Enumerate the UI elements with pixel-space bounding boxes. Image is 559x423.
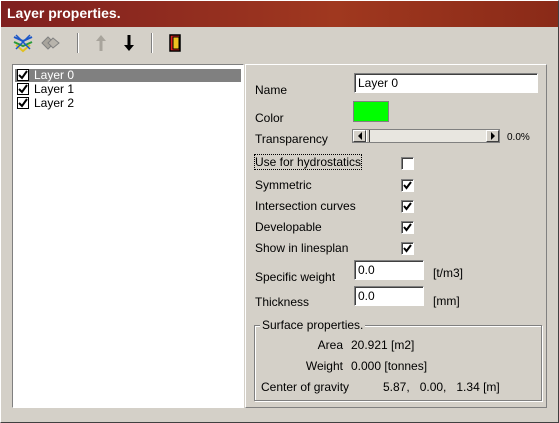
layer-list-item[interactable]: Layer 2 bbox=[17, 96, 76, 110]
area-label: Area bbox=[317, 338, 343, 352]
layer-add-icon bbox=[13, 34, 33, 53]
layer-label: Layer 2 bbox=[34, 95, 75, 110]
center-of-gravity-value: 5.87, 0.00, 1.34 [m] bbox=[383, 380, 500, 394]
arrow-right-icon bbox=[490, 132, 495, 140]
surface-properties-group: Surface properties. Area 20.921 [m2] Wei… bbox=[254, 318, 542, 401]
thickness-input[interactable]: 0.0 bbox=[354, 286, 424, 306]
move-up-icon bbox=[96, 35, 106, 51]
transparency-value: 0.0% bbox=[507, 132, 530, 143]
thickness-unit: [mm] bbox=[433, 294, 460, 308]
move-down-button[interactable] bbox=[117, 31, 141, 55]
linesplan-checkbox[interactable] bbox=[401, 242, 414, 255]
layer-visible-checkbox[interactable] bbox=[17, 97, 29, 109]
check-icon bbox=[403, 244, 412, 253]
exit-button[interactable] bbox=[163, 31, 187, 55]
transparency-label: Transparency bbox=[255, 132, 328, 146]
name-label: Name bbox=[255, 83, 288, 97]
specific-weight-unit: [t/m3] bbox=[433, 266, 464, 280]
specific-weight-label: Specific weight bbox=[255, 270, 336, 284]
slider-thumb[interactable] bbox=[366, 130, 370, 142]
symmetric-label: Symmetric bbox=[255, 178, 312, 192]
check-icon bbox=[403, 181, 412, 190]
layer-label: Layer 1 bbox=[34, 81, 75, 96]
developable-checkbox[interactable] bbox=[401, 221, 414, 234]
color-label: Color bbox=[255, 111, 284, 125]
exit-icon bbox=[169, 34, 181, 52]
transparency-slider[interactable] bbox=[352, 129, 500, 143]
arrow-left-icon bbox=[357, 132, 362, 140]
linesplan-label: Show in linesplan bbox=[255, 241, 349, 255]
symmetric-checkbox[interactable] bbox=[401, 179, 414, 192]
weight-value: 0.000 [tonnes] bbox=[351, 359, 428, 373]
specific-weight-input[interactable]: 0.0 bbox=[354, 260, 424, 280]
weight-label: Weight bbox=[305, 359, 343, 373]
window-title: Layer properties. bbox=[1, 1, 558, 27]
toolbar-separator bbox=[151, 33, 153, 53]
layer-list-item[interactable]: Layer 1 bbox=[17, 82, 76, 96]
intersection-label: Intersection curves bbox=[255, 199, 356, 213]
move-down-icon bbox=[124, 35, 134, 51]
layer-delete-icon bbox=[41, 36, 60, 50]
hydrostatics-checkbox[interactable] bbox=[401, 157, 414, 170]
layer-properties-window: Layer properties. Layer 0 Layer 1 Layer … bbox=[0, 0, 559, 423]
layer-visible-checkbox[interactable] bbox=[17, 83, 29, 95]
toolbar-separator bbox=[77, 33, 79, 53]
check-icon bbox=[403, 202, 412, 211]
check-icon bbox=[18, 70, 28, 80]
check-icon bbox=[18, 84, 28, 94]
surface-properties-legend: Surface properties. bbox=[260, 318, 366, 332]
delete-layer-button[interactable] bbox=[38, 31, 62, 55]
layer-visible-checkbox[interactable] bbox=[17, 69, 29, 81]
slider-left-button[interactable] bbox=[353, 130, 366, 142]
layer-label: Layer 0 bbox=[32, 67, 77, 82]
layer-list[interactable]: Layer 0 Layer 1 Layer 2 bbox=[12, 64, 244, 408]
check-icon bbox=[18, 98, 28, 108]
developable-label: Developable bbox=[255, 220, 322, 234]
move-up-button[interactable] bbox=[89, 31, 113, 55]
toolbar bbox=[1, 28, 558, 60]
thickness-label: Thickness bbox=[255, 295, 310, 309]
add-layer-button[interactable] bbox=[11, 31, 35, 55]
name-input[interactable]: Layer 0 bbox=[354, 73, 538, 93]
intersection-checkbox[interactable] bbox=[401, 200, 414, 213]
area-value: 20.921 [m2] bbox=[351, 338, 415, 352]
check-icon bbox=[403, 223, 412, 232]
color-swatch[interactable] bbox=[353, 101, 389, 122]
properties-panel: Name Layer 0 Color Transparency 0.0% Use… bbox=[245, 64, 547, 408]
hydrostatics-label[interactable]: Use for hydrostatics bbox=[253, 154, 363, 170]
center-of-gravity-label: Center of gravity bbox=[261, 380, 350, 394]
layer-list-item[interactable]: Layer 0 bbox=[17, 67, 77, 82]
slider-right-button[interactable] bbox=[486, 130, 499, 142]
